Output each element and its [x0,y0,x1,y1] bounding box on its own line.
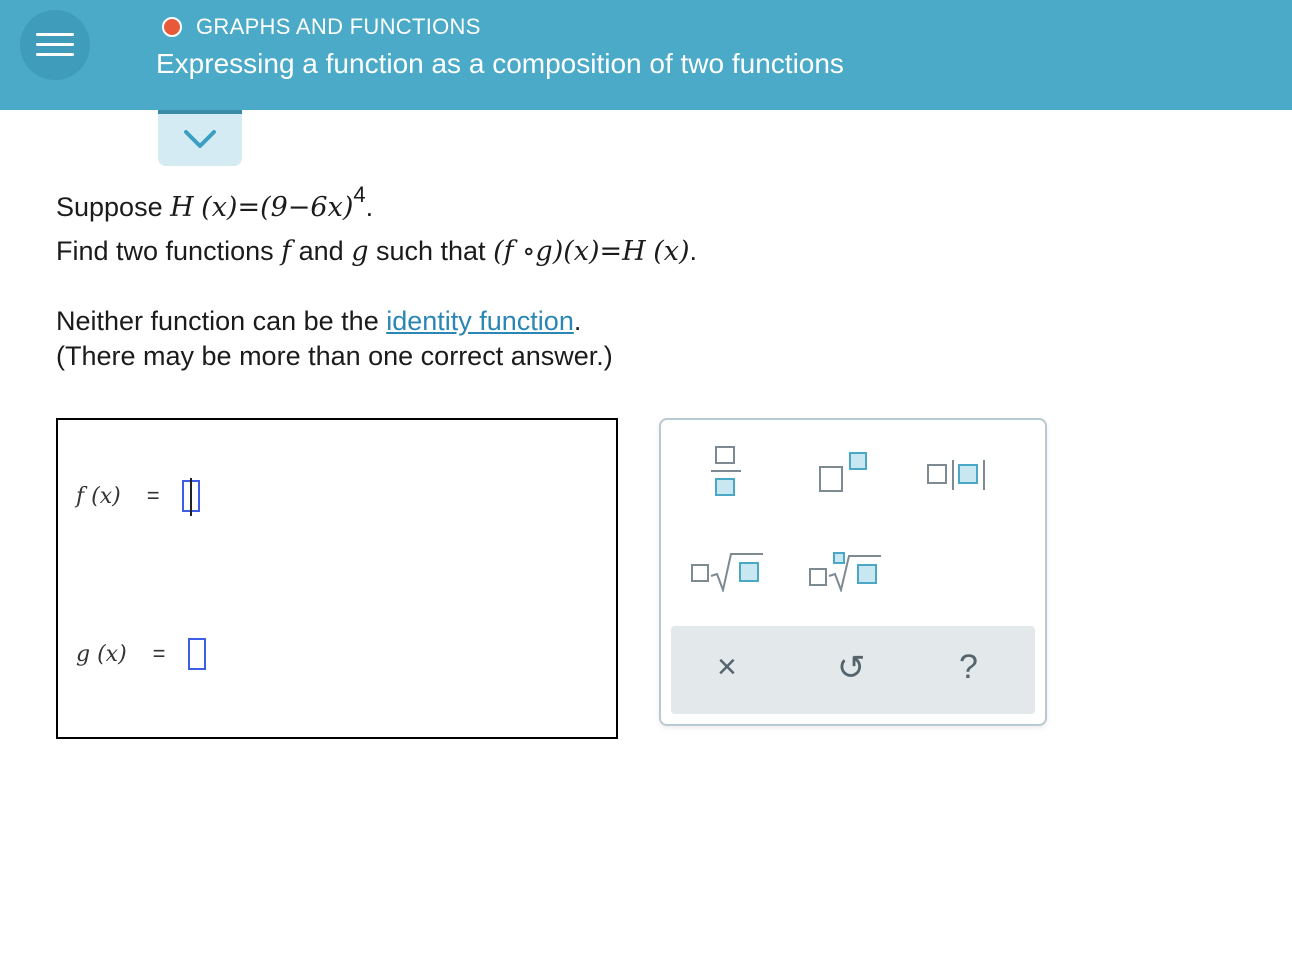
undo-button[interactable]: ↺ [837,648,866,688]
equals-sign: = [152,641,166,666]
punctuation: . [689,236,698,266]
g-input-slot[interactable] [187,638,206,670]
question-line-3: Neither function can be the identity fun… [56,306,581,337]
question-line-1: Suppose H (x)=(9−6x)4. [56,182,374,223]
root-index-icon [691,564,709,582]
math-keypad: × ↺ ? [659,418,1047,726]
exponent-power-icon [849,452,867,470]
question-text: and [291,236,352,266]
root-coefficient-icon [809,568,827,586]
question-text: Suppose [56,192,171,222]
question-line-4: (There may be more than one correct answ… [56,341,613,371]
topic-row: GRAPHS AND FUNCTIONS [162,14,481,40]
math-equals: = [237,192,261,223]
f-answer-row: f (x) = [76,478,200,516]
identity-function-link[interactable]: identity function [386,306,574,336]
abs-left-box-icon [927,464,947,484]
exponent-button[interactable] [819,452,871,494]
fraction-numerator-icon [715,446,735,464]
header-bar: GRAPHS AND FUNCTIONS Expressing a functi… [0,0,1292,110]
help-button[interactable]: ? [959,648,978,687]
page-title: Expressing a function as a composition o… [156,48,844,79]
math-f: f [281,236,292,267]
math-H: H [170,192,194,223]
g-label: g (x) [76,641,127,667]
menu-icon [36,53,74,56]
root-radicand-icon [739,562,759,582]
math-g: g [351,236,369,267]
clear-button[interactable]: × [717,648,737,687]
equals-sign: = [146,483,160,508]
exponent-base-icon [819,466,843,492]
abs-center-box-icon [958,464,978,484]
math-exponent: 4 [353,182,366,207]
collapse-toggle[interactable] [158,110,242,166]
g-answer-row: g (x) = [76,638,206,670]
punctuation: . [365,192,374,222]
nth-root-button[interactable] [691,552,763,592]
chevron-down-icon [184,130,216,148]
math-H: H [622,236,646,267]
keypad-action-bar: × ↺ ? [671,626,1035,714]
question-text: such that [368,236,494,266]
absolute-value-button[interactable] [927,460,993,490]
fraction-button[interactable] [711,446,741,502]
fraction-bar-icon [711,470,741,472]
punctuation: . [573,306,582,336]
topic-label: GRAPHS AND FUNCTIONS [196,14,481,39]
topic-status-dot [162,17,182,37]
math-expression: (9−6x) [260,192,354,223]
f-label: f (x) [76,483,121,509]
fraction-denominator-icon [715,478,735,496]
root-radicand-icon [857,564,877,584]
f-input-slot[interactable] [181,478,200,516]
math-equals: = [599,236,623,267]
menu-icon [36,43,74,46]
question-text: Neither function can be the [56,306,387,336]
abs-bar-icon [952,460,954,490]
menu-icon [36,33,74,36]
math-composition: (f ∘g)(x) [493,236,600,267]
math-x: (x) [653,236,690,267]
menu-button[interactable] [20,10,90,80]
math-x: (x) [201,192,238,223]
root-with-index-button[interactable] [809,548,881,592]
question-text: Find two functions [56,236,282,266]
abs-bar-icon [983,460,985,490]
question-line-2: Find two functions f and g such that (f … [56,236,697,267]
answer-area: f (x) = g (x) = [56,418,618,739]
